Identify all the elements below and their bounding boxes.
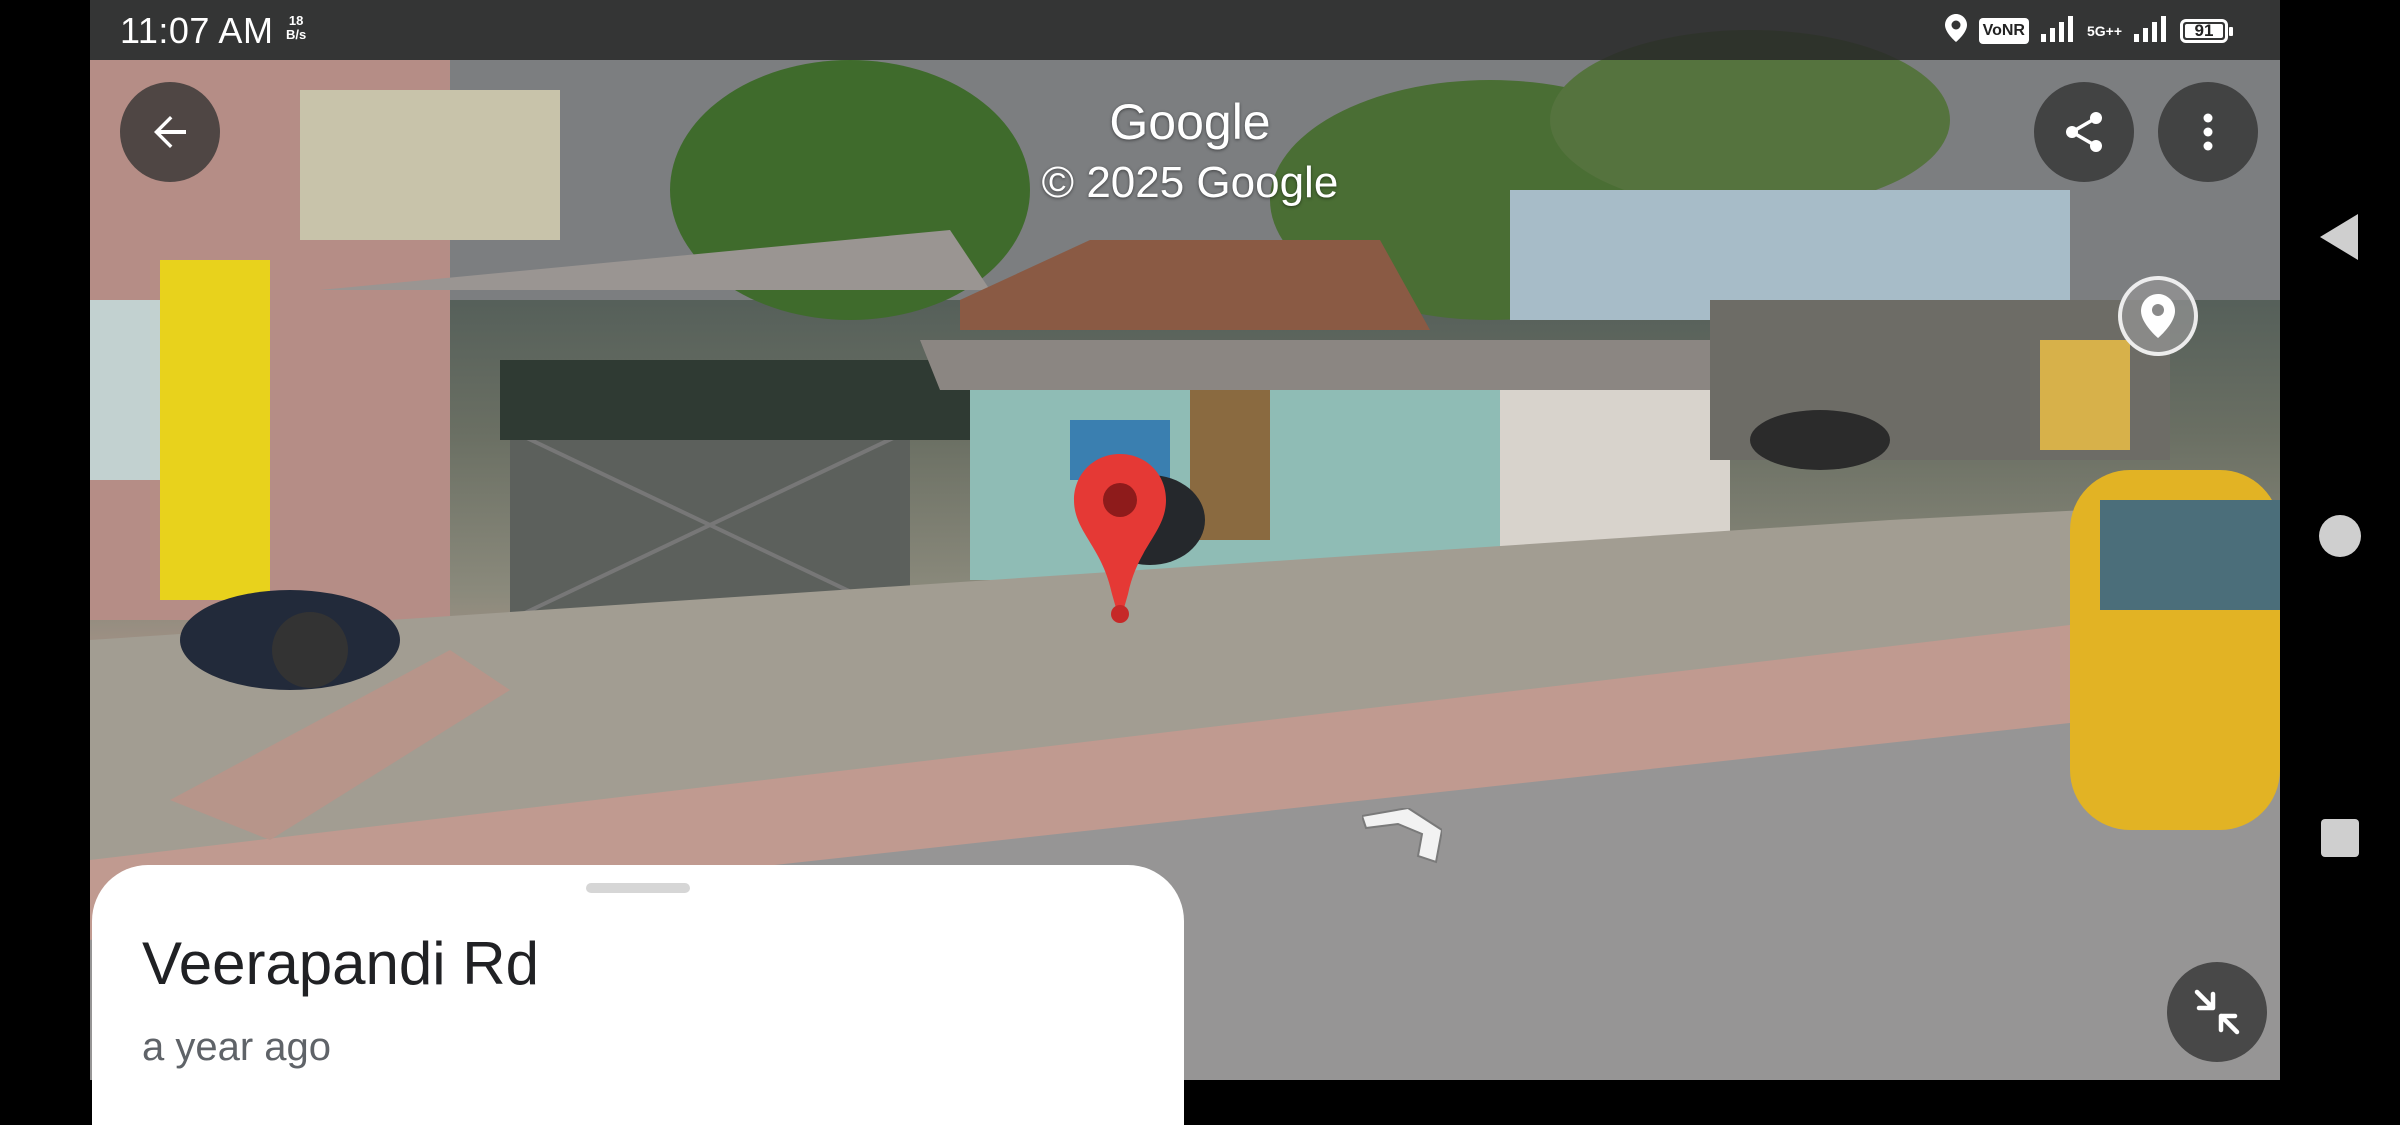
square-recents-icon [2321, 819, 2359, 857]
capture-date: a year ago [142, 1025, 332, 1069]
location-status-icon [1944, 14, 1967, 47]
network-5g-label: 5G++ [2086, 22, 2122, 39]
network-speed-value: 18 [288, 13, 304, 28]
network-speed-unit: B/s [286, 27, 307, 42]
place-bottom-sheet[interactable]: Veerapandi Rd a year ago [92, 865, 1184, 1125]
signal-strength-icon [2040, 14, 2075, 47]
circle-home-icon [2319, 515, 2361, 557]
system-back-button[interactable] [2280, 214, 2400, 260]
status-time: 11:07 AM [120, 10, 274, 51]
attribution: Google © 2025 Google [1040, 92, 1340, 214]
signal-strength-2-icon [2134, 14, 2168, 47]
place-title: Veerapandi Rd [142, 930, 539, 997]
share-icon [2066, 112, 2102, 152]
street-view-location-button[interactable] [2118, 276, 2198, 356]
status-bar: 11:07 AM 18 B/s VoNR 5G++ 91 [90, 0, 2280, 60]
system-recents-button[interactable] [2280, 818, 2400, 858]
arrow-back-icon [154, 116, 186, 148]
system-navigation-bar [2280, 0, 2400, 1080]
battery-icon: 91 [2180, 18, 2233, 43]
more-vert-icon [2203, 113, 2213, 151]
triangle-back-icon [2320, 214, 2358, 260]
copyright-text: © 2025 Google [1041, 158, 1339, 207]
back-button[interactable] [120, 82, 220, 182]
exit-fullscreen-button[interactable] [2167, 962, 2267, 1062]
google-brand: Google [1109, 94, 1271, 150]
status-icons: VoNR 5G++ 91 [1944, 14, 2233, 47]
battery-percent: 91 [2194, 20, 2214, 40]
network-speed: 18 B/s [286, 14, 306, 42]
vonr-badge: VoNR [1978, 17, 2029, 44]
more-options-button[interactable] [2158, 82, 2258, 182]
sheet-drag-handle[interactable] [586, 883, 690, 893]
screen: 11:07 AM 18 B/s VoNR 5G++ 91 Google © 20… [0, 0, 2400, 1125]
system-home-button[interactable] [2280, 514, 2400, 558]
exit-fullscreen-icon [2194, 989, 2240, 1035]
location-pin-icon [2141, 294, 2175, 338]
share-button[interactable] [2034, 82, 2134, 182]
